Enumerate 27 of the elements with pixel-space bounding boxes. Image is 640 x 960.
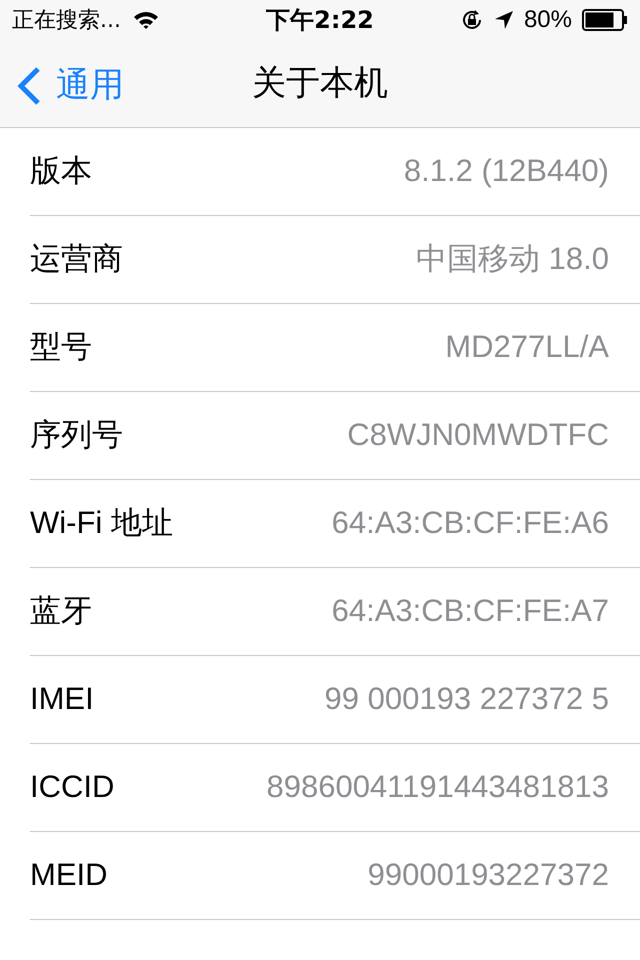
row-label: IMEI <box>30 680 94 718</box>
row-value: MD277LL/A <box>445 328 609 366</box>
row-label: Wi-Fi 地址 <box>30 504 173 542</box>
wifi-icon <box>132 10 159 30</box>
status-time: 下午2:22 <box>266 5 374 36</box>
chevron-left-icon <box>16 66 42 106</box>
row-value: 99000193227372 <box>368 856 609 894</box>
battery-percentage: 80% <box>524 5 572 35</box>
row-value: C8WJN0MWDTFC <box>347 416 609 454</box>
row-label: 蓝牙 <box>30 592 92 630</box>
screen-title: 关于本机 <box>252 62 388 105</box>
row-value: 64:A3:CB:CF:FE:A6 <box>332 504 609 542</box>
battery-icon <box>582 9 628 31</box>
carrier-status: 正在搜索... <box>12 6 121 34</box>
row-label: 序列号 <box>30 416 123 454</box>
row-label: ICCID <box>30 768 114 806</box>
row-value: 中国移动 18.0 <box>416 240 609 278</box>
row-value: 99 000193 227372 5 <box>324 680 609 718</box>
row-label: 运营商 <box>30 240 123 278</box>
row-label: 型号 <box>30 328 92 366</box>
row-value: 89860041191443481813 <box>266 768 609 806</box>
row-value: 8.1.2 (12B440) <box>404 152 609 190</box>
back-button[interactable]: 通用 <box>16 60 124 111</box>
row-label: MEID <box>30 856 108 894</box>
location-arrow-icon <box>494 10 514 30</box>
row-label: 版本 <box>30 152 92 190</box>
row-value: 64:A3:CB:CF:FE:A7 <box>332 592 609 630</box>
